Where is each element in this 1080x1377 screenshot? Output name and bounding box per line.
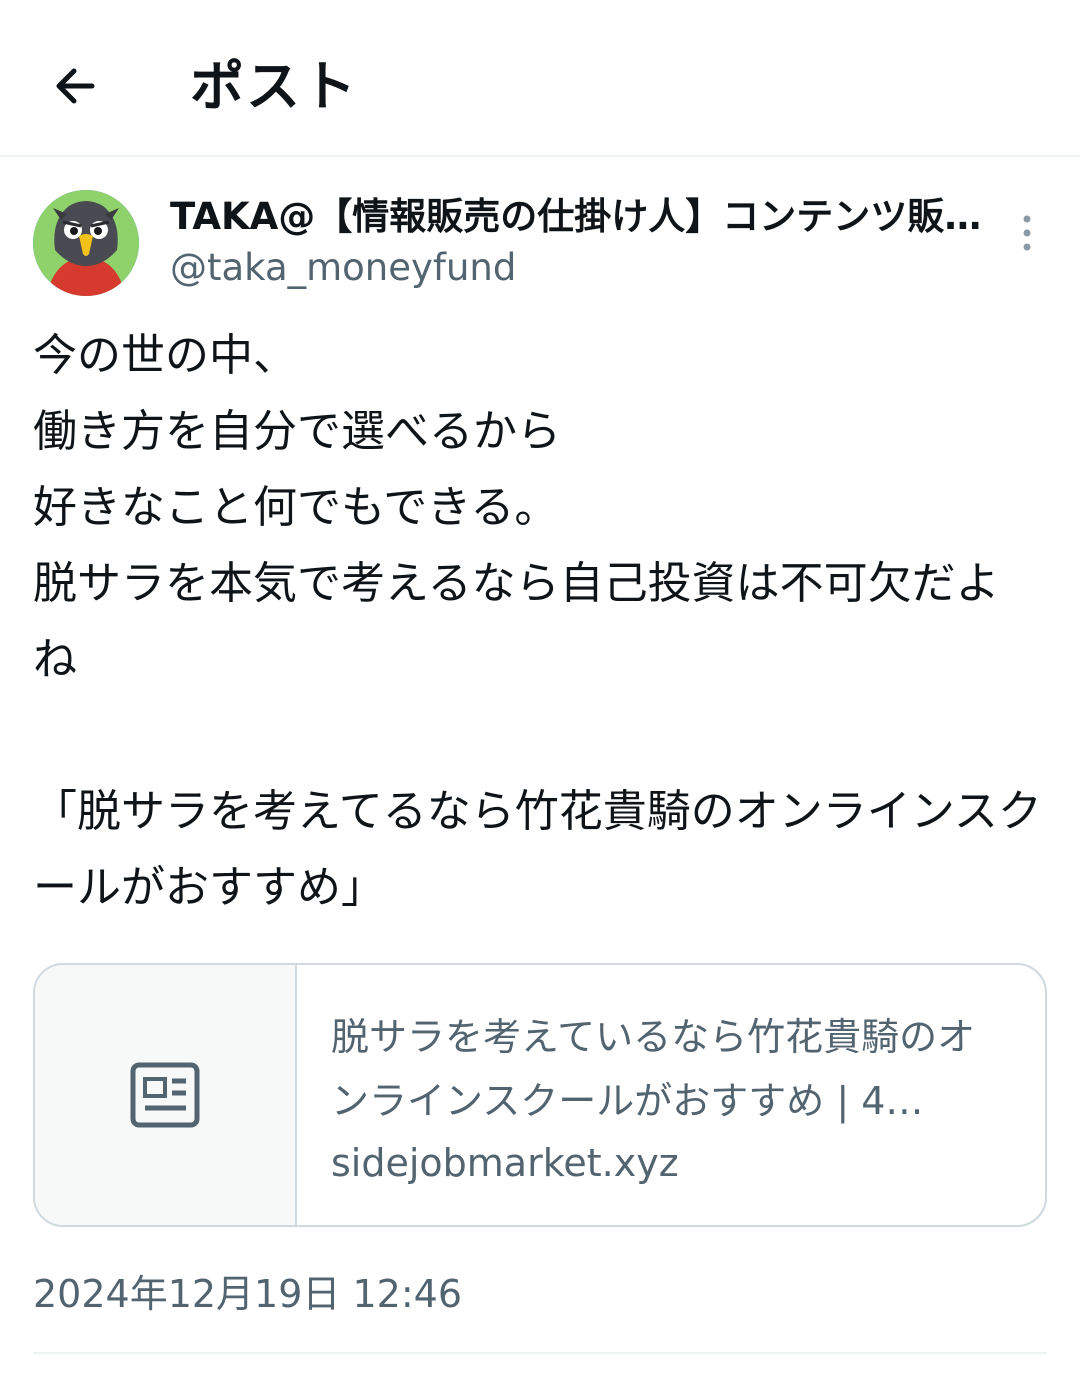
link-card-thumbnail: [35, 965, 297, 1225]
author-display-name[interactable]: TAKA@【情報販売の仕掛け人】コンテンツ販売・Brain・Tips・有料not…: [170, 190, 990, 244]
link-card-title: 脱サラを考えているなら竹花貴騎のオンラインスクールがおすすめ | 4…: [331, 1015, 976, 1123]
avatar[interactable]: [33, 190, 139, 296]
author-handle[interactable]: @taka_moneyfund: [170, 243, 516, 293]
link-preview-card[interactable]: 脱サラを考えているなら竹花貴騎のオンラインスクールがおすすめ | 4… side…: [33, 963, 1047, 1227]
link-card-text: 脱サラを考えているなら竹花貴騎のオンラインスクールがおすすめ | 4… side…: [331, 1005, 1011, 1193]
arrow-left-icon: [56, 68, 95, 104]
post-text: 今の世の中、 働き方を自分で選べるから 好きなこと何でもできる。 脱サラを本気で…: [33, 330, 1042, 913]
eagle-avatar-image: [33, 190, 139, 296]
divider: [33, 1352, 1047, 1354]
page-title: ポスト: [190, 55, 358, 118]
back-button[interactable]: [44, 56, 104, 116]
top-bar: ポスト: [0, 0, 1080, 157]
vertical-dots-icon: [1023, 215, 1031, 251]
article-icon: [130, 1062, 200, 1128]
post-timestamp[interactable]: 2024年12月19日 12:46: [33, 1266, 462, 1322]
link-card-domain: sidejobmarket.xyz: [331, 1141, 679, 1185]
more-options-button[interactable]: [1005, 205, 1049, 261]
